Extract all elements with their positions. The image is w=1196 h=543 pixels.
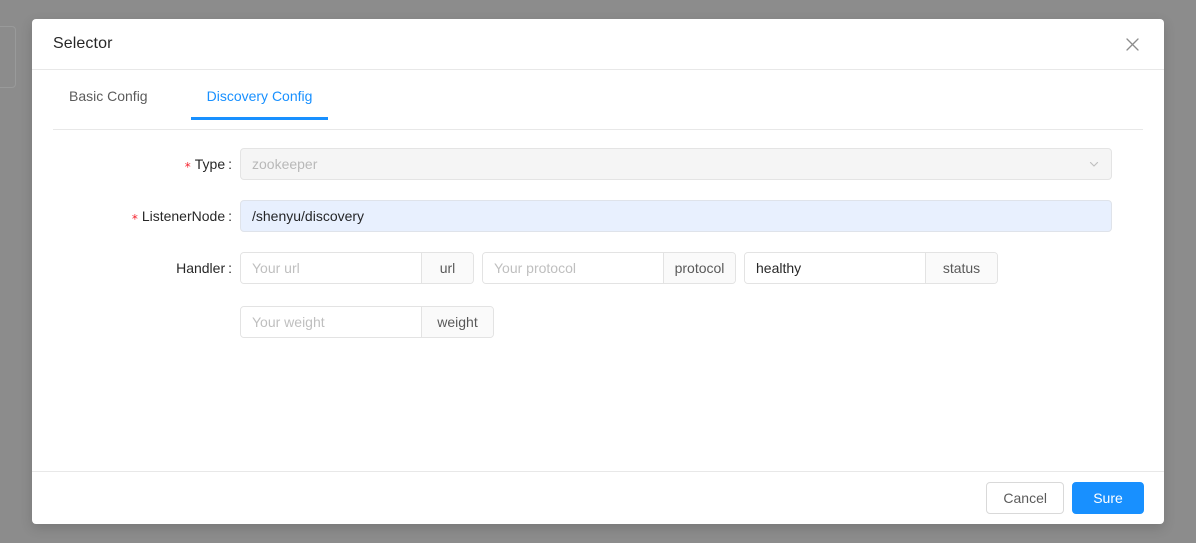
handler-status-group: healthy status xyxy=(744,252,998,284)
type-label: * Type: xyxy=(32,148,240,180)
listener-node-value: /shenyu/discovery xyxy=(252,208,364,224)
tab-discovery-config[interactable]: Discovery Config xyxy=(191,86,329,119)
type-control: zookeeper xyxy=(240,148,1164,180)
dialog-footer: Cancel Sure xyxy=(32,471,1164,524)
background-panel-edge xyxy=(0,26,16,88)
handler-url-addon: url xyxy=(421,253,473,283)
handler-label: Handler: xyxy=(32,252,240,284)
label-colon: : xyxy=(228,208,232,224)
type-select[interactable]: zookeeper xyxy=(240,148,1112,180)
handler-weight-input[interactable]: Your weight xyxy=(241,307,421,337)
label-colon: : xyxy=(228,156,232,172)
handler-weight-group: Your weight weight xyxy=(240,306,494,338)
required-mark: * xyxy=(185,160,191,174)
listener-node-label-text: ListenerNode xyxy=(142,208,225,224)
handler-protocol-addon: protocol xyxy=(663,253,735,283)
handler-control: Your url url Your protocol protocol heal… xyxy=(240,252,1164,338)
discovery-config-form: *Type: zookeeper *Listene xyxy=(32,130,1164,338)
listener-node-control: /shenyu/discovery xyxy=(240,200,1164,232)
tab-bar: Basic Config Discovery Config xyxy=(53,70,1143,130)
selector-dialog: Selector Basic Config Discovery Config *… xyxy=(32,19,1164,524)
form-row-type: * Type: zookeeper xyxy=(32,148,1164,180)
label-colon: : xyxy=(228,260,232,276)
handler-label-text: Handler xyxy=(176,260,225,276)
dialog-body: Basic Config Discovery Config * Type: zoo… xyxy=(32,70,1164,471)
handler-weight-addon: weight xyxy=(421,307,493,337)
form-row-listener-node: * ListenerNode: /shenyu/discovery xyxy=(32,200,1164,232)
type-select-value: zookeeper xyxy=(252,156,317,172)
listener-node-input[interactable]: /shenyu/discovery xyxy=(240,200,1112,232)
handler-protocol-group: Your protocol protocol xyxy=(482,252,736,284)
dialog-title: Selector xyxy=(53,33,113,55)
form-row-handler: Handler: Your url url Your protocol prot… xyxy=(32,252,1164,338)
tab-discovery-config-label: Discovery Config xyxy=(207,88,313,104)
tab-basic-config-label: Basic Config xyxy=(69,88,148,104)
handler-field-row-2: Your weight weight xyxy=(240,306,1112,338)
tab-basic-config[interactable]: Basic Config xyxy=(53,86,164,119)
listener-node-label: * ListenerNode: xyxy=(32,200,240,232)
handler-url-group: Your url url xyxy=(240,252,474,284)
handler-url-input[interactable]: Your url xyxy=(241,253,421,283)
dialog-header: Selector xyxy=(32,19,1164,70)
type-label-text: Type xyxy=(195,156,225,172)
required-mark: * xyxy=(132,212,138,226)
handler-status-input[interactable]: healthy xyxy=(745,253,925,283)
sure-button[interactable]: Sure xyxy=(1072,482,1144,514)
close-icon[interactable] xyxy=(1120,32,1144,56)
cancel-button[interactable]: Cancel xyxy=(986,482,1064,514)
handler-field-row-1: Your url url Your protocol protocol heal… xyxy=(240,252,1112,284)
chevron-down-icon xyxy=(1088,158,1100,170)
handler-status-addon: status xyxy=(925,253,997,283)
handler-protocol-input[interactable]: Your protocol xyxy=(483,253,663,283)
